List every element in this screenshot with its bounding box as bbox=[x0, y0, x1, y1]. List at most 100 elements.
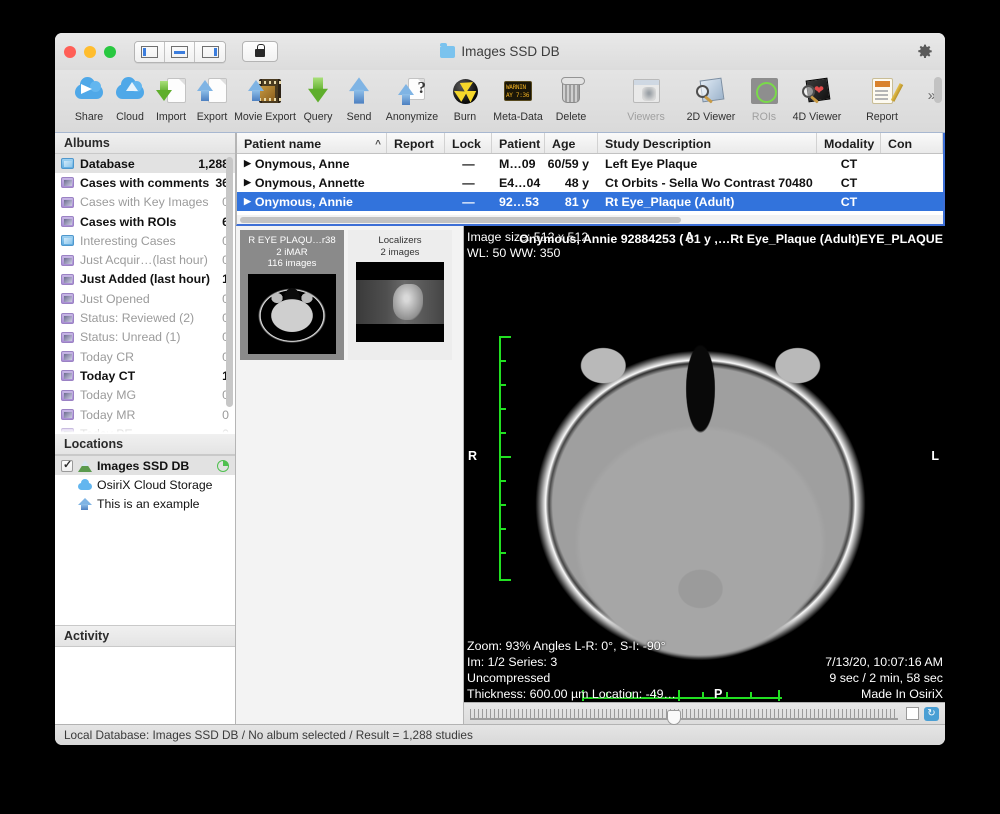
cell-patient-id: E4…04 bbox=[499, 175, 541, 190]
toolbar-button-viewers[interactable]: Viewers bbox=[614, 73, 678, 123]
series-thumbnail-panel[interactable]: R EYE PLAQU…r38 2 iMAR 116 images Localizer… bbox=[236, 226, 464, 724]
location-item[interactable]: Images SSD DB bbox=[55, 456, 235, 475]
bottom-pane-toggle-button[interactable] bbox=[165, 41, 195, 62]
toolbar-button-delete[interactable]: Delete bbox=[551, 73, 591, 123]
table-row[interactable]: ▶ Onymous, Anne — M…09 60/59 y Left Eye Plaqu… bbox=[237, 154, 943, 173]
viewer-overlay-top-right: Onymous, Annie 92884253 ( 81 y ,… Rt Eye… bbox=[519, 229, 943, 248]
column-header[interactable]: Con bbox=[881, 133, 943, 153]
album-item[interactable]: Just Acquir…(last hour)0 bbox=[55, 250, 235, 269]
series-thumbnail[interactable]: Localizers 2 images bbox=[348, 230, 452, 360]
study-table-hscrollbar[interactable] bbox=[237, 215, 943, 224]
minimize-button[interactable] bbox=[84, 45, 96, 58]
disclosure-triangle-icon[interactable]: ▶ bbox=[244, 196, 251, 207]
albums-list[interactable]: Database 1,288 Cases with comments 36 Cases … bbox=[55, 154, 235, 434]
table-row[interactable]: ▶ Onymous, Annie — 92…53 81 y Rt Eye_Plaque (… bbox=[237, 192, 943, 211]
main-toolbar: Share Cloud Import Export Movie Export Q… bbox=[55, 70, 945, 133]
album-item[interactable]: Cases with Key Images0 bbox=[55, 193, 235, 212]
two-d-viewer-icon bbox=[695, 73, 727, 109]
study-table-rows[interactable]: ▶ Onymous, Anne — M…09 60/59 y Left Eye Plaqu… bbox=[237, 154, 943, 211]
import-document-icon bbox=[155, 73, 187, 109]
album-item[interactable]: Status: Unread (1)0 bbox=[55, 328, 235, 347]
disclosure-triangle-icon[interactable]: ▶ bbox=[244, 158, 251, 169]
table-row[interactable]: ▶ Onymous, Annette — E4…04 48 y Ct Orbits - S… bbox=[237, 173, 943, 192]
cell-patient-name[interactable]: ▶ Onymous, Anne bbox=[237, 154, 387, 173]
column-header[interactable]: Patient name ^ bbox=[237, 133, 387, 153]
disclosure-triangle-icon[interactable]: ▶ bbox=[244, 177, 251, 188]
album-item[interactable]: Today MG0 bbox=[55, 386, 235, 405]
album-item[interactable]: Cases with comments 36 bbox=[55, 173, 235, 192]
cell-patient-name[interactable]: ▶ Onymous, Annette bbox=[237, 173, 387, 192]
right-pane-toggle-button[interactable] bbox=[195, 41, 225, 62]
toolbar-button-send[interactable]: Send bbox=[339, 73, 379, 123]
column-header[interactable]: Lock bbox=[445, 133, 492, 153]
toolbar-button-burn[interactable]: Burn bbox=[445, 73, 485, 123]
cell-con bbox=[881, 154, 943, 173]
location-item[interactable]: This is an example bbox=[55, 494, 235, 513]
lock-button[interactable] bbox=[242, 41, 278, 62]
albums-scrollbar[interactable] bbox=[226, 157, 233, 407]
toolbar-button-meta-data[interactable]: WARNIN AY 7:36 Meta-Data bbox=[486, 73, 550, 123]
album-item[interactable]: Today PE 0 bbox=[55, 424, 235, 434]
album-icon bbox=[61, 235, 74, 247]
toolbar-button-cloud[interactable]: Cloud bbox=[110, 73, 150, 123]
locations-list[interactable]: Images SSD DB OsiriX Cloud Storage This is… bbox=[55, 455, 235, 625]
activity-body bbox=[55, 647, 235, 724]
toolbar-button-rois[interactable]: ROIs bbox=[744, 73, 784, 123]
cell-report bbox=[387, 192, 445, 211]
image-slider-knob[interactable] bbox=[666, 709, 681, 725]
toolbar-button-share[interactable]: Share bbox=[69, 73, 109, 123]
album-item[interactable]: Database 1,288 bbox=[55, 154, 235, 174]
toolbar-button-anonymize[interactable]: ? Anonymize bbox=[380, 73, 444, 123]
location-item[interactable]: OsiriX Cloud Storage bbox=[55, 475, 235, 494]
album-icon bbox=[61, 428, 74, 434]
album-label: Just Acquir…(last hour) bbox=[80, 253, 208, 268]
location-status-indicator bbox=[217, 459, 229, 472]
location-checkbox[interactable] bbox=[61, 458, 73, 472]
orientation-marker-posterior: P bbox=[714, 687, 723, 701]
toolbar-button-import[interactable]: Import bbox=[151, 73, 191, 123]
thumbnail-line3: 116 images bbox=[267, 258, 317, 269]
toolbar-button-2d-viewer[interactable]: 2D Viewer bbox=[679, 73, 743, 123]
album-item[interactable]: Today CT1 bbox=[55, 366, 235, 385]
image-slider[interactable] bbox=[470, 707, 898, 725]
thumbnail-caption: R EYE PLAQU…r38 2 iMAR 116 images bbox=[240, 235, 344, 270]
series-thumbnail[interactable]: R EYE PLAQU…r38 2 iMAR 116 images bbox=[240, 230, 344, 360]
album-item[interactable]: Today CR0 bbox=[55, 347, 235, 366]
column-header[interactable]: Report bbox=[387, 133, 445, 153]
ct-image bbox=[498, 304, 903, 689]
cell-modality: CT bbox=[840, 194, 858, 209]
album-item[interactable]: Today MR 0 bbox=[55, 405, 235, 424]
square-button[interactable] bbox=[906, 707, 919, 720]
toolbar-button-4d-viewer[interactable]: ❤ 4D Viewer bbox=[785, 73, 849, 123]
zoom-button[interactable] bbox=[104, 45, 116, 58]
settings-gear-button[interactable] bbox=[917, 44, 933, 60]
duration-text: 9 sec / 2 min, 58 sec bbox=[829, 671, 943, 685]
toolbar-button-movie-export[interactable]: Movie Export bbox=[233, 73, 297, 123]
lower-area: R EYE PLAQU…r38 2 iMAR 116 images Localizer… bbox=[236, 226, 945, 725]
toolbar-button-query[interactable]: Query bbox=[298, 73, 338, 123]
album-item[interactable]: Status: Reviewed (2)0 bbox=[55, 308, 235, 327]
cell-con bbox=[881, 173, 943, 192]
cell-patient-name[interactable]: ▶ Onymous, Annie bbox=[237, 192, 387, 211]
study-table-header: Patient name ^ Report Lock Patient Age Study D… bbox=[237, 133, 943, 154]
album-item[interactable]: Interesting Cases0 bbox=[55, 231, 235, 250]
album-item[interactable]: Just Opened0 bbox=[55, 289, 235, 308]
toolbar-label-import: Import bbox=[155, 111, 187, 123]
study-table-vscrollbar[interactable] bbox=[934, 77, 942, 103]
cell-age: 60/59 y bbox=[547, 156, 589, 171]
column-header[interactable]: Modality bbox=[817, 133, 881, 153]
toolbar-label-cloud: Cloud bbox=[116, 111, 144, 123]
toolbar-button-report[interactable]: Report bbox=[850, 73, 914, 123]
close-button[interactable] bbox=[64, 45, 76, 58]
cycle-button[interactable]: ↻ bbox=[924, 706, 939, 721]
column-header-label: Patient name bbox=[244, 137, 322, 151]
column-header[interactable]: Patient bbox=[492, 133, 545, 153]
column-header[interactable]: Age bbox=[545, 133, 598, 153]
left-pane-toggle-button[interactable] bbox=[135, 41, 165, 62]
album-item[interactable]: Just Added (last hour)1 bbox=[55, 270, 235, 289]
toolbar-button-export[interactable]: Export bbox=[192, 73, 232, 123]
delete-trash-icon bbox=[555, 73, 587, 109]
column-header[interactable]: Study Description bbox=[598, 133, 817, 153]
album-item[interactable]: Cases with ROIs6 bbox=[55, 212, 235, 231]
image-viewer[interactable]: Image size: 512 x 512 WL: 50 WW: 350 Ony… bbox=[464, 226, 945, 725]
